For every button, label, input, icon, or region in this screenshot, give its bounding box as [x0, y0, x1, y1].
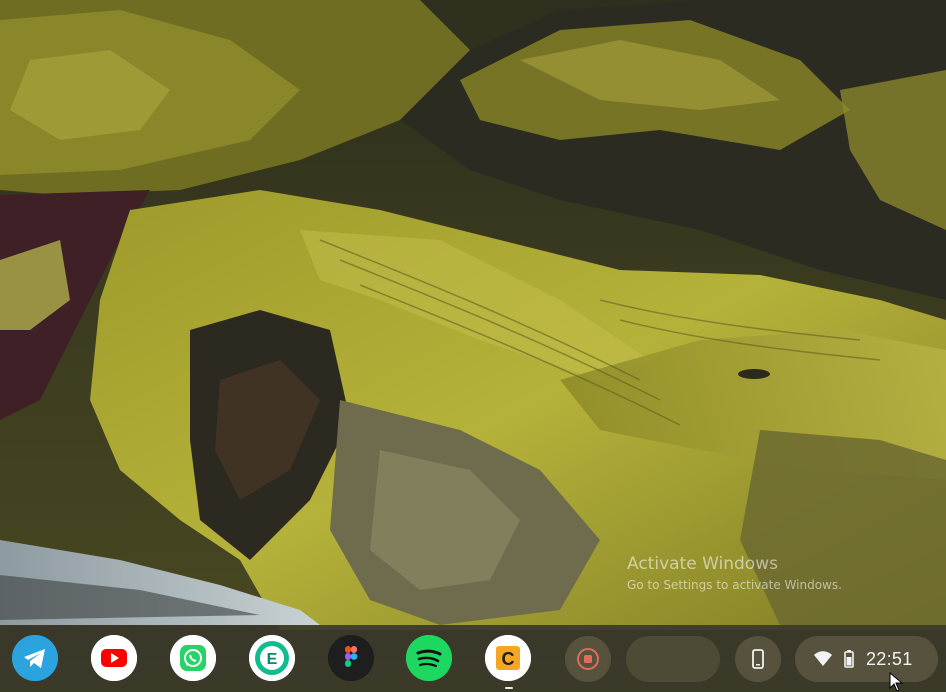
holding-space-tray[interactable]: [626, 636, 720, 682]
wifi-icon: [814, 651, 832, 666]
record-icon: [577, 648, 599, 670]
shelf-app-youtube[interactable]: [91, 635, 137, 681]
svg-text:C: C: [502, 649, 515, 669]
shelf-app-c[interactable]: C: [485, 635, 531, 681]
phone-hub-button[interactable]: [735, 636, 781, 682]
clock-time: 22:51: [866, 648, 913, 669]
phone-icon: [752, 649, 764, 669]
shelf: E C 22:51: [0, 625, 946, 692]
svg-text:E: E: [267, 651, 278, 668]
desktop: Activate Windows Go to Settings to activ…: [0, 0, 946, 692]
element-icon: E: [249, 635, 295, 681]
watermark-title: Activate Windows: [627, 554, 778, 574]
running-app-indicator: [505, 687, 513, 689]
watermark-subtitle: Go to Settings to activate Windows.: [627, 578, 842, 592]
shelf-app-element[interactable]: E: [249, 635, 295, 681]
activate-windows-watermark: Activate Windows Go to Settings to activ…: [627, 553, 842, 593]
battery-icon: [844, 650, 854, 668]
shelf-app-whatsapp[interactable]: [170, 635, 216, 681]
c-app-icon: C: [485, 635, 531, 681]
shelf-app-spotify[interactable]: [406, 635, 452, 681]
status-area[interactable]: 22:51: [795, 636, 938, 682]
telegram-icon: [12, 635, 58, 681]
spotify-icon: [406, 635, 452, 681]
shelf-app-figma[interactable]: [328, 635, 374, 681]
mouse-cursor-icon: [889, 672, 904, 692]
whatsapp-icon: [170, 635, 216, 681]
shelf-app-telegram[interactable]: [12, 635, 58, 681]
figma-icon: [328, 635, 374, 681]
youtube-icon: [91, 635, 137, 681]
screen-record-button[interactable]: [565, 636, 611, 682]
